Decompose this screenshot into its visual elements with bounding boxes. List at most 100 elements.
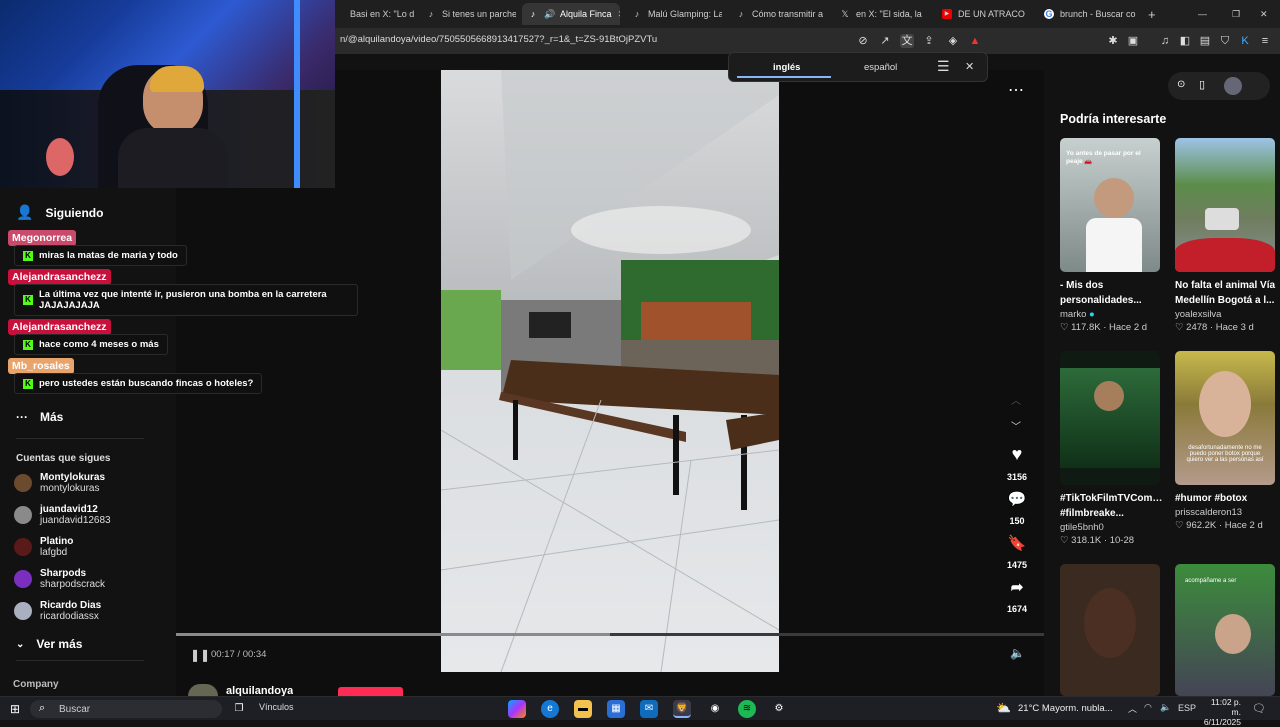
recommended-card[interactable] (1060, 564, 1160, 696)
comment-icon[interactable]: 💬 (1004, 490, 1030, 508)
video-still-image (441, 70, 779, 672)
tiktok-icon: ♪ (738, 9, 744, 19)
recommended-card[interactable]: acompáñame a ser (1175, 564, 1275, 696)
tiktok-icon: ♪ (530, 9, 536, 19)
new-tab-button[interactable]: + (1142, 3, 1162, 25)
menu-icon[interactable]: ☰ (937, 58, 950, 75)
taskbar-search[interactable]: ⌕ Buscar (30, 700, 222, 718)
pause-icon[interactable]: ❚❚ (190, 648, 210, 662)
extension-k-icon[interactable]: K (1238, 34, 1252, 48)
tray-chevron-icon[interactable]: ︿ (1128, 702, 1137, 715)
cap (150, 66, 204, 92)
links-toolbar[interactable]: Vínculos (259, 702, 294, 712)
browser-tab[interactable]: ♪ Malú Glamping: La (626, 3, 722, 25)
video-time: 00:17 / 00:34 (211, 649, 267, 660)
recommended-card[interactable]: desafortunadamente no me puedo poner bot… (1175, 351, 1275, 531)
settings-icon[interactable]: ⚙ (770, 700, 788, 718)
maximize-icon[interactable]: ❐ (1226, 3, 1244, 25)
card-stats: ♡ 318.1K · 10-28 (1060, 535, 1135, 546)
menu-icon[interactable]: ≡ (1258, 34, 1272, 48)
music-icon[interactable]: ♫ (1158, 34, 1172, 48)
no-image-icon[interactable]: ⊘ (856, 34, 870, 48)
warning-icon[interactable]: ▲ (968, 34, 982, 48)
next-video-icon[interactable]: ﹀ (1011, 418, 1021, 433)
followed-account[interactable]: Ricardo Dias ricardodiassx (14, 600, 101, 622)
browser-tab-active[interactable]: ♪🔊Alquila Finca✕ (522, 3, 620, 25)
followed-account[interactable]: juandavid12 juandavid12683 (14, 504, 111, 526)
compass-icon[interactable]: ⊙ (1177, 79, 1185, 90)
translate-icon[interactable]: 文 (900, 34, 914, 48)
sidebar-divider (16, 660, 144, 661)
company-link[interactable]: Company (13, 679, 59, 690)
card-title: #humor #botox (1175, 493, 1248, 504)
follow-button[interactable] (338, 687, 403, 696)
sidebar-icon[interactable]: ◧ (1178, 34, 1192, 48)
google-icon: G (1044, 9, 1054, 19)
volume-icon[interactable]: 🔈 (1010, 646, 1025, 660)
video-frame[interactable] (441, 70, 779, 672)
like-icon[interactable]: ♥ (1004, 444, 1030, 465)
extensions-icon[interactable]: ✱ (1106, 34, 1120, 48)
outlook-icon[interactable]: ✉ (640, 700, 658, 718)
kick-icon: K (23, 339, 33, 350)
windows-start-icon[interactable]: ⊞ (6, 700, 24, 718)
edge-icon[interactable]: e (541, 700, 559, 718)
lang-from-tab[interactable]: inglés (773, 62, 800, 73)
author-avatar[interactable] (188, 684, 218, 696)
browser-tab[interactable]: ▶ DE UN ATRACO (936, 3, 1032, 25)
vpn-icon[interactable]: ⛉ (1218, 34, 1232, 48)
spotify-icon[interactable]: ≋ (738, 700, 756, 718)
followed-account[interactable]: Montylokuras montylokuras (14, 472, 105, 494)
nav-more[interactable]: ··· Más (16, 410, 63, 424)
shield-icon[interactable]: ◈ (946, 34, 960, 48)
browser-tab[interactable]: ♪ Cómo transmitir a (730, 3, 826, 25)
author-name[interactable]: alquilandoya (226, 685, 293, 696)
share-icon[interactable]: ⇪ (922, 34, 936, 48)
brave-icon[interactable]: 🦁 (673, 700, 691, 718)
store-icon[interactable]: ▦ (607, 700, 625, 718)
wifi-icon[interactable]: ◠ (1144, 702, 1152, 713)
open-external-icon[interactable]: ↗ (878, 34, 892, 48)
browser-tab[interactable]: 𝕏en X: "El sida, la (834, 3, 930, 25)
minimize-icon[interactable]: — (1192, 3, 1210, 25)
close-tab-icon[interactable]: ✕ (618, 9, 620, 20)
volume-icon[interactable]: 🔈 (1160, 702, 1171, 713)
recommended-card[interactable]: #TikTokFilmTVCompetition #filmbreake... … (1060, 351, 1164, 546)
clock[interactable]: 11:02 p. m. 6/11/2025 (1203, 697, 1241, 727)
notification-icon[interactable]: 🗨 (1252, 702, 1266, 715)
card-thumbnail (1060, 351, 1160, 485)
task-view-icon[interactable]: ❐ (230, 700, 248, 718)
wallet-icon[interactable]: ▤ (1198, 34, 1212, 48)
more-options-icon[interactable]: ⋯ (1008, 80, 1024, 100)
recommended-card[interactable]: Yo antes de pasar por el peaje 🚗 - Mis d… (1060, 138, 1160, 333)
language-indicator[interactable]: ESP (1178, 703, 1196, 713)
profile-avatar[interactable] (1224, 77, 1242, 95)
see-more-button[interactable]: ⌄ Ver más (16, 637, 82, 651)
browser-tab[interactable]: ♪ Si tenes un parche (420, 3, 516, 25)
share-icon[interactable]: ➦ (1004, 578, 1030, 596)
phone-icon[interactable]: ▯ (1199, 78, 1205, 91)
obs-icon[interactable]: ◉ (706, 700, 724, 718)
weather-text[interactable]: 21°C Mayorm. nubla... (1018, 703, 1113, 714)
followed-account[interactable]: Sharpods sharpodscrack (14, 568, 105, 590)
browser-tab[interactable]: Basi en X: "Lo de la (328, 3, 414, 25)
chat-message: Kpero ustedes están buscando fincas o ho… (14, 373, 263, 394)
copilot-icon[interactable] (508, 700, 526, 718)
screenshot-icon[interactable]: ▣ (1126, 34, 1140, 48)
chat-message: Khace como 4 meses o más (14, 334, 168, 355)
lang-to-tab[interactable]: español (864, 62, 897, 73)
bookmark-icon[interactable]: 🔖 (1004, 534, 1030, 552)
sidebar-divider (16, 438, 144, 439)
close-window-icon[interactable]: ✕ (1254, 3, 1272, 25)
recommended-card[interactable]: No falta el animal Vía Medellín Bogotá a… (1175, 138, 1275, 333)
nav-following[interactable]: 👤 Siguiendo (16, 204, 103, 221)
tiktok-icon: ♪ (634, 9, 640, 19)
browser-tab[interactable]: Gbrunch - Buscar con (1038, 3, 1136, 25)
file-explorer-icon[interactable]: ▬ (574, 700, 592, 718)
card-title: - Mis dos personalidades... (1060, 280, 1142, 306)
url-field[interactable]: n/@alquilandoya/video/750550566891341752… (340, 34, 657, 45)
followed-account[interactable]: Platino lafgbd (14, 536, 73, 558)
previous-video-icon[interactable]: ︿ (1011, 392, 1021, 407)
video-progress-bar[interactable] (176, 633, 1044, 636)
close-icon[interactable]: ✕ (965, 60, 974, 73)
